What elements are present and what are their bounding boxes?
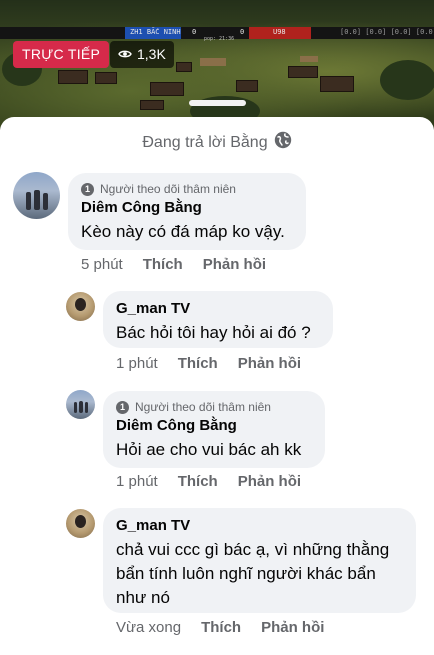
comment-time: 1 phút [116, 355, 158, 372]
reply-sheet: Đang trả lời Bằng 1 Người theo dõi thâm … [0, 100, 434, 655]
comment-bubble: G_man TV chả vui ccc gì bác ạ, vì những … [103, 508, 416, 613]
badge-icon: 1 [81, 182, 94, 196]
viewer-count-badge: 1,3K [110, 41, 174, 68]
like-button[interactable]: Thích [178, 473, 218, 490]
comment-bubble: G_man TV Bác hỏi tôi hay hỏi ai đó ? [103, 291, 333, 348]
live-video-preview[interactable]: ZH1 BẮC NINH 0 0 U98 [0.0] [0.0] [0.0] [… [0, 0, 434, 130]
comment-text-line: như nó [116, 588, 170, 607]
like-button[interactable]: Thích [201, 619, 241, 636]
comment-actions: 1 phút Thích Phản hồi [116, 473, 321, 490]
live-badge: TRỰC TIẾP [13, 41, 110, 68]
viewer-count: 1,3K [137, 46, 166, 62]
eye-icon [118, 41, 132, 68]
hud-stats: [0.0] [0.0] [0.0] [0.0] [0.0] [0.0] [340, 28, 434, 36]
top-fan-badge-label: Người theo dõi thâm niên [135, 400, 271, 414]
comment-time: 1 phút [116, 473, 158, 490]
hud-team-a-name: ZH1 BẮC NINH [130, 28, 181, 36]
comment-actions: 5 phút Thích Phản hồi [81, 256, 286, 273]
comment-text: Kèo này có đá máp ko vậy. [81, 222, 285, 241]
reply-context-header: Đang trả lời Bằng [0, 131, 434, 154]
like-button[interactable]: Thích [143, 256, 183, 273]
reply-button[interactable]: Phản hồi [238, 355, 301, 372]
comment-author[interactable]: Diêm Công Bằng [81, 199, 292, 216]
comment-text-line: bẩn tính luôn nghĩ người khác bẩn [116, 564, 376, 583]
comment-author[interactable]: Diêm Công Bằng [116, 417, 311, 434]
hud-score-a: 0 [192, 28, 197, 36]
comment-text-line: chả vui ccc gì bác ạ, vì những thằng [116, 540, 390, 559]
reply-context-text: Đang trả lời Bằng [142, 133, 268, 151]
avatar[interactable] [66, 390, 95, 419]
top-fan-badge-label: Người theo dõi thâm niên [100, 182, 236, 196]
comment-text: Bác hỏi tôi hay hỏi ai đó ? [116, 323, 311, 342]
comment-bubble: 1 Người theo dõi thâm niên Diêm Công Bằn… [103, 391, 325, 468]
comment-time: 5 phút [81, 256, 123, 273]
comment-actions: Vừa xong Thích Phản hồi [116, 619, 344, 636]
hud-team-b-name: U98 [273, 28, 286, 36]
game-hud-bar: ZH1 BẮC NINH 0 0 U98 [0.0] [0.0] [0.0] [… [0, 27, 434, 42]
comment-bubble: 1 Người theo dõi thâm niên Diêm Công Bằn… [68, 173, 306, 250]
globe-icon [274, 131, 292, 154]
like-button[interactable]: Thích [178, 355, 218, 372]
comment-time: Vừa xong [116, 619, 182, 636]
comment-author[interactable]: G_man TV [116, 517, 402, 534]
reply-button[interactable]: Phản hồi [261, 619, 324, 636]
hud-timer: pop: 21:36 [204, 36, 235, 42]
avatar[interactable] [13, 172, 60, 219]
comment-actions: 1 phút Thích Phản hồi [116, 355, 321, 372]
comment-author[interactable]: G_man TV [116, 300, 319, 317]
badge-icon: 1 [116, 400, 129, 414]
hud-score-b: 0 [240, 28, 245, 36]
reply-button[interactable]: Phản hồi [203, 256, 266, 273]
avatar[interactable] [66, 509, 95, 538]
sheet-grabber[interactable] [189, 100, 246, 106]
comment-text: Hỏi ae cho vui bác ah kk [116, 440, 302, 459]
avatar[interactable] [66, 292, 95, 321]
reply-button[interactable]: Phản hồi [238, 473, 301, 490]
